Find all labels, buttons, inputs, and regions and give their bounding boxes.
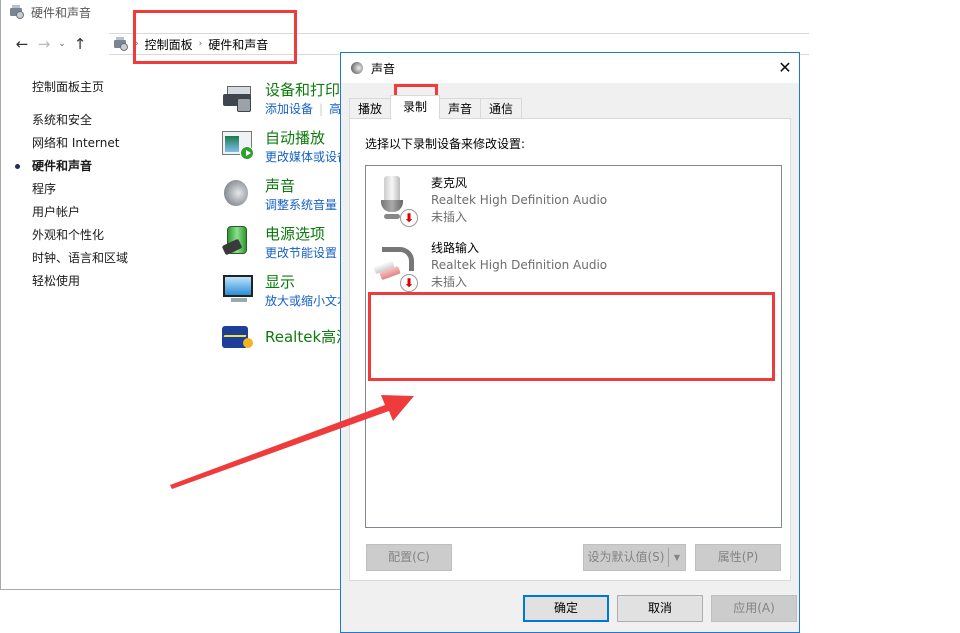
autoplay-icon bbox=[221, 128, 255, 162]
set-default-label: 设为默认值(S) bbox=[587, 550, 665, 564]
breadcrumb-separator: › bbox=[135, 39, 139, 49]
list-item[interactable]: ⬇ 麦克风 Realtek High Definition Audio 未插入 bbox=[366, 166, 781, 228]
monitor-icon bbox=[221, 272, 255, 306]
close-button[interactable]: ✕ bbox=[775, 58, 795, 78]
unplugged-icon: ⬇ bbox=[400, 209, 418, 227]
category-title[interactable]: 设备和打印机 bbox=[265, 80, 346, 100]
device-status: 未插入 bbox=[431, 210, 468, 224]
sound-dialog: 声音 ✕ 播放 录制 声音 通信 选择以下录制设备来修改设置: ⬇ 麦克风 Re… bbox=[340, 52, 800, 633]
line-in-icon: ⬇ bbox=[373, 239, 420, 292]
category-display: 显示 放大或缩小文本和其他项目 bbox=[221, 272, 346, 320]
properties-button[interactable]: 属性(P) bbox=[695, 544, 781, 571]
cp-titlebar: 硬件和声音 bbox=[9, 3, 91, 21]
back-button[interactable]: ← bbox=[11, 33, 33, 55]
category-link[interactable]: 添加设备 bbox=[265, 102, 313, 116]
sidebar-item-system-security[interactable]: 系统和安全 bbox=[15, 109, 195, 132]
sidebar-item-clock-language[interactable]: 时钟、语言和区域 bbox=[15, 247, 195, 270]
category-sound: 声音 调整系统音量 bbox=[221, 176, 346, 224]
dialog-titlebar: 声音 ✕ bbox=[341, 53, 799, 83]
sidebar-item-label: 网络和 Internet bbox=[32, 136, 120, 150]
speaker-icon bbox=[351, 62, 363, 74]
category-power-options: 电源选项 更改节能设置 bbox=[221, 224, 346, 272]
sidebar-item-appearance[interactable]: 外观和个性化 bbox=[15, 224, 195, 247]
category-autoplay: 自动播放 更改媒体或设备的默认设置 bbox=[221, 128, 346, 176]
configure-button[interactable]: 配置(C) bbox=[366, 544, 452, 571]
apply-button[interactable]: 应用(A) bbox=[711, 595, 797, 622]
category-link[interactable]: 更改节能设置 bbox=[265, 246, 337, 260]
tab-communications[interactable]: 通信 bbox=[480, 98, 523, 119]
sidebar-item-hardware-sound[interactable]: 硬件和声音 bbox=[15, 155, 195, 178]
sidebar-item-label: 轻松使用 bbox=[32, 274, 81, 288]
dropdown-arrow-icon[interactable]: ▼ bbox=[668, 548, 685, 567]
category-title[interactable]: 显示 bbox=[265, 272, 346, 292]
list-item[interactable]: ⬇ 线路输入 Realtek High Definition Audio 未插入 bbox=[366, 231, 781, 293]
category-title[interactable]: 声音 bbox=[265, 176, 337, 196]
device-list[interactable]: ⬇ 麦克风 Realtek High Definition Audio 未插入 … bbox=[365, 165, 782, 528]
forward-button[interactable]: → bbox=[33, 33, 55, 55]
tab-playback[interactable]: 播放 bbox=[349, 98, 392, 119]
unplugged-icon: ⬇ bbox=[400, 274, 418, 292]
sidebar-item-ease-of-access[interactable]: 轻松使用 bbox=[15, 270, 195, 293]
instruction-text: 选择以下录制设备来修改设置: bbox=[365, 137, 526, 151]
breadcrumb-hardware-sound[interactable]: 硬件和声音 bbox=[208, 36, 268, 53]
sidebar-item-home[interactable]: 控制面板主页 bbox=[15, 76, 195, 99]
set-default-button[interactable]: 设为默认值(S) ▼ bbox=[583, 544, 686, 571]
up-button[interactable]: ↑ bbox=[69, 33, 91, 55]
realtek-icon bbox=[221, 320, 255, 354]
category-link[interactable]: 更改媒体或设备的默认设置 bbox=[265, 150, 346, 164]
breadcrumb-separator: › bbox=[198, 39, 203, 49]
device-driver: Realtek High Definition Audio bbox=[431, 258, 608, 272]
printer-icon bbox=[221, 80, 255, 114]
battery-icon bbox=[221, 224, 255, 258]
sidebar-item-programs[interactable]: 程序 bbox=[15, 178, 195, 201]
hardware-sound-icon bbox=[113, 37, 129, 51]
category-list: 设备和打印机 添加设备|高级打印机设置 自动播放 更改媒体或设备的默认设置 声音… bbox=[221, 80, 346, 368]
ok-button[interactable]: 确定 bbox=[523, 595, 609, 622]
tab-sounds[interactable]: 声音 bbox=[439, 98, 482, 119]
recent-locations-button[interactable]: ⌄ bbox=[55, 33, 69, 55]
cancel-button[interactable]: 取消 bbox=[617, 595, 703, 622]
sidebar-item-label: 外观和个性化 bbox=[32, 228, 105, 242]
speaker-icon bbox=[221, 176, 255, 210]
device-driver: Realtek High Definition Audio bbox=[431, 193, 608, 207]
tab-strip: 播放 录制 声音 通信 bbox=[349, 95, 523, 119]
sidebar-item-label: 硬件和声音 bbox=[32, 159, 93, 173]
sidebar-item-label: 用户帐户 bbox=[32, 205, 81, 219]
category-link[interactable]: 放大或缩小文本和其他项目 bbox=[265, 294, 346, 308]
category-title[interactable]: 自动播放 bbox=[265, 128, 346, 148]
sidebar-item-user-accounts[interactable]: 用户帐户 bbox=[15, 201, 195, 224]
device-name: 线路输入 bbox=[431, 241, 480, 255]
recording-panel: 选择以下录制设备来修改设置: ⬇ 麦克风 Realtek High Defini… bbox=[349, 118, 791, 581]
sidebar-item-network[interactable]: 网络和 Internet bbox=[15, 132, 195, 155]
category-devices-printers: 设备和打印机 添加设备|高级打印机设置 bbox=[221, 80, 346, 128]
tab-recording[interactable]: 录制 bbox=[390, 95, 441, 119]
device-name: 麦克风 bbox=[431, 176, 468, 190]
sidebar-item-label: 时钟、语言和区域 bbox=[32, 251, 129, 265]
category-title[interactable]: 电源选项 bbox=[265, 224, 337, 244]
hardware-sound-icon bbox=[9, 5, 25, 19]
sidebar-item-label: 程序 bbox=[32, 182, 57, 196]
category-realtek: Realtek高清晰音频管理器 bbox=[221, 320, 346, 368]
breadcrumb-control-panel[interactable]: 控制面板 bbox=[145, 36, 193, 53]
category-title[interactable]: Realtek高清晰音频管理器 bbox=[265, 320, 346, 354]
category-link[interactable]: 调整系统音量 bbox=[265, 198, 337, 212]
sidebar-item-label: 系统和安全 bbox=[32, 113, 93, 127]
sidebar: 控制面板主页 系统和安全 网络和 Internet 硬件和声音 程序 用户帐户 … bbox=[15, 76, 195, 293]
microphone-icon: ⬇ bbox=[374, 174, 420, 227]
device-status: 未插入 bbox=[431, 275, 468, 289]
window-title: 硬件和声音 bbox=[31, 5, 92, 20]
active-bullet-icon bbox=[15, 164, 20, 169]
dialog-title: 声音 bbox=[371, 61, 396, 76]
